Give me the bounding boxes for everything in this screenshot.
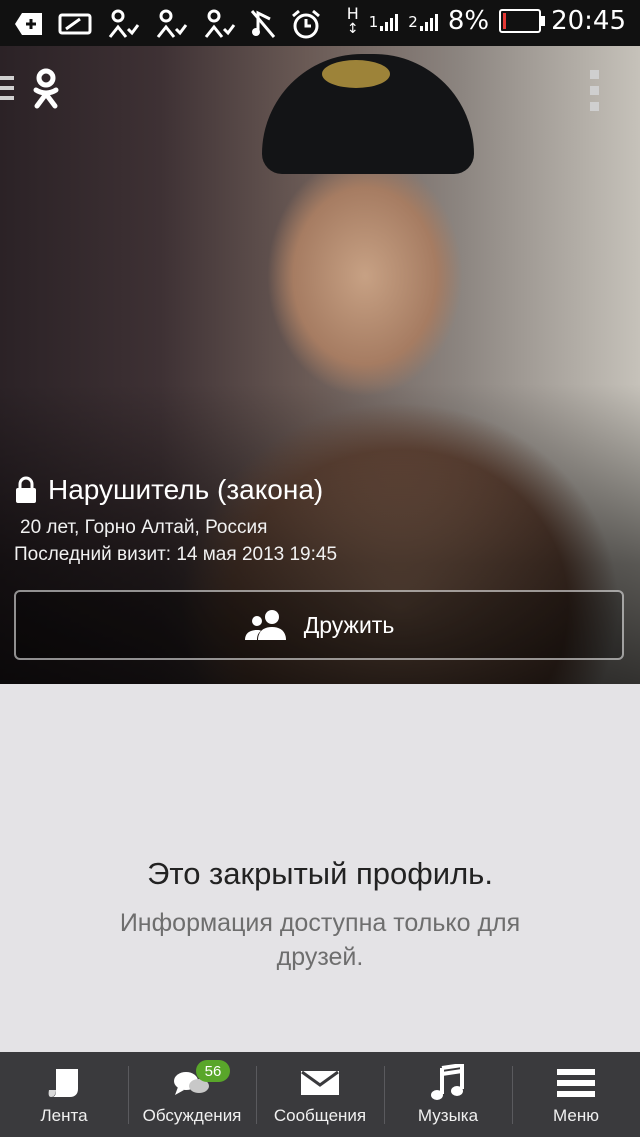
menu-icon [557, 1069, 595, 1097]
music-icon [431, 1064, 464, 1100]
lock-icon [16, 476, 36, 503]
system-indicators: H ↕ 1 2 8% 20:45 [346, 3, 626, 37]
clock: 20:45 [551, 6, 626, 36]
friend-request-icon [156, 9, 188, 38]
nav-item-music[interactable]: Музыка [384, 1052, 512, 1137]
status-bar: H ↕ 1 2 8% 20:45 [0, 0, 640, 46]
battery-percent: 8% [447, 6, 490, 36]
profile-age-location: 20 лет, Горно Алтай, Россия [20, 517, 268, 538]
music-muted-icon [250, 10, 276, 38]
friend-request-icon [204, 9, 236, 38]
add-friend-button[interactable]: Дружить [14, 590, 624, 660]
bottom-navigation: Лента 56 Обсуждения Сообщения Музыка Мен… [0, 1052, 640, 1137]
photo-cap-badge [322, 60, 390, 88]
sim1-signal: 1 [369, 11, 399, 31]
profile-last-visit: Последний визит: 14 мая 2013 19:45 [14, 544, 338, 565]
feed-icon [48, 1069, 78, 1097]
ok-logo-icon[interactable] [32, 68, 60, 110]
nav-item-discussions[interactable]: 56 Обсуждения [128, 1052, 256, 1137]
profile-name: Нарушитель (закона) [48, 474, 324, 505]
closed-profile-title: Это закрытый профиль. [147, 856, 493, 891]
battery-icon [499, 9, 546, 33]
discussions-badge: 56 [196, 1060, 230, 1082]
network-type-indicator: H ↕ [346, 3, 359, 37]
friend-request-icon [108, 9, 140, 38]
overflow-menu-icon[interactable] [590, 70, 599, 111]
sim2-signal: 2 [408, 11, 438, 31]
sms-icon [58, 13, 92, 35]
messages-icon [301, 1070, 339, 1095]
alarm-clock-icon [292, 9, 320, 39]
drawer-toggle-icon[interactable] [0, 76, 14, 100]
add-box-icon [15, 13, 42, 35]
nav-item-menu[interactable]: Меню [512, 1052, 640, 1137]
profile-cover-photo[interactable] [0, 46, 640, 684]
closed-profile-subtitle: Информация доступна только для друзей. [119, 909, 521, 971]
notification-icons [14, 8, 322, 40]
nav-item-messages[interactable]: Сообщения [256, 1052, 384, 1137]
profile-name-row: Нарушитель (закона) [14, 474, 323, 506]
nav-item-feed[interactable]: Лента [0, 1052, 128, 1137]
friends-icon [244, 610, 286, 640]
add-friend-label: Дружить [303, 611, 395, 638]
